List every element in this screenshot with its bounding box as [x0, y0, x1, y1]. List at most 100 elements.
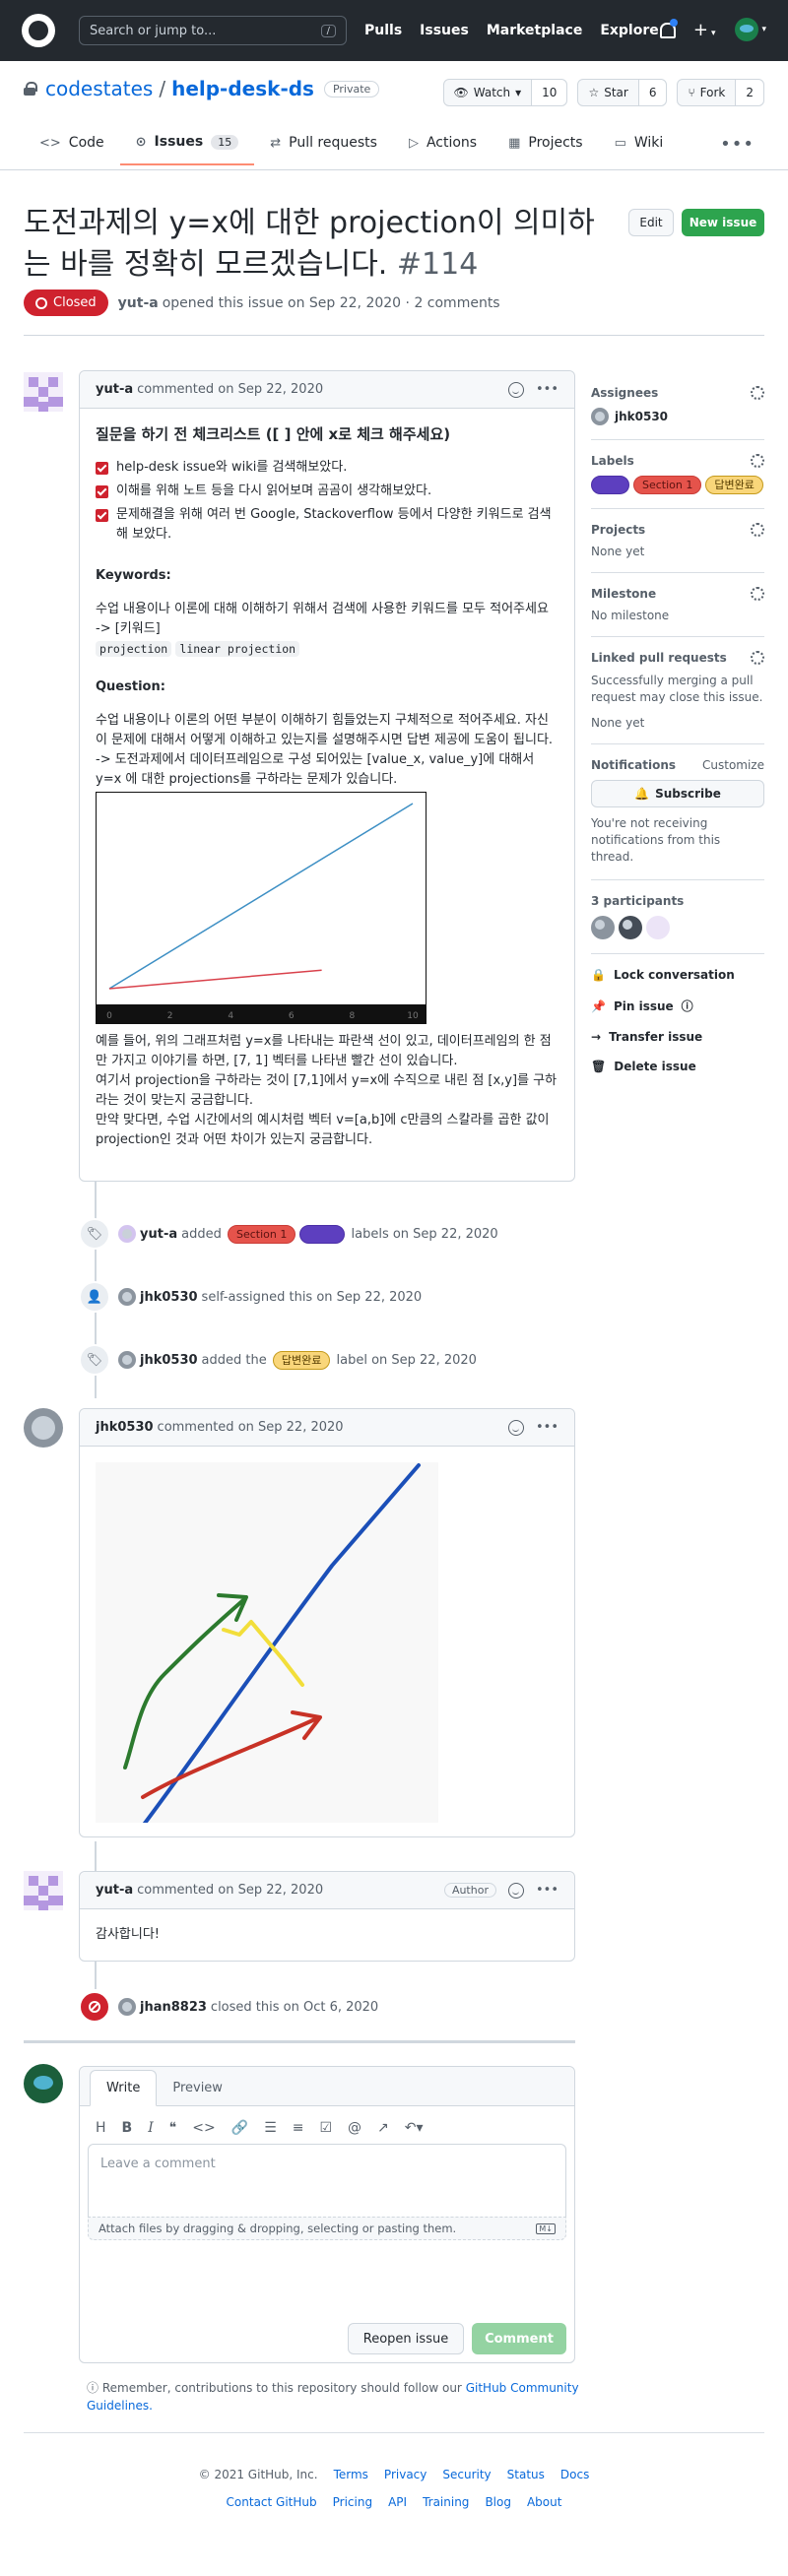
avatar[interactable] — [619, 916, 642, 939]
footer-link-about[interactable]: About — [527, 2495, 561, 2509]
more-menu-icon[interactable]: ••• — [720, 134, 755, 155]
tab-actions[interactable]: ▷ Actions — [393, 126, 492, 165]
nav-issues[interactable]: Issues — [420, 23, 469, 38]
avatar[interactable] — [118, 1288, 136, 1306]
notifications-bell-icon[interactable] — [658, 19, 678, 38]
gear-icon[interactable] — [751, 587, 764, 601]
tab-projects[interactable]: ▦ Projects — [492, 126, 599, 165]
footer-link-api[interactable]: API — [388, 2495, 407, 2509]
reopen-issue-button[interactable]: Reopen issue — [348, 2323, 464, 2354]
delete-issue-button[interactable]: 🗑 Delete issue — [591, 1060, 764, 1073]
add-reaction-icon[interactable] — [507, 1419, 524, 1436]
quote-icon[interactable]: ❝ — [169, 2120, 177, 2136]
tab-pull-requests[interactable]: ⇄ Pull requests — [254, 126, 393, 165]
tab-preview[interactable]: Preview — [157, 2071, 238, 2105]
tab-write[interactable]: Write — [90, 2070, 158, 2106]
footer-link-security[interactable]: Security — [442, 2468, 491, 2481]
comment-date[interactable]: commented on Sep 22, 2020 — [137, 382, 323, 397]
avatar[interactable] — [24, 372, 63, 412]
fork-count[interactable]: 2 — [736, 80, 763, 105]
transfer-issue-button[interactable]: → Transfer issue — [591, 1030, 764, 1044]
event-user[interactable]: yut-a — [140, 1227, 177, 1242]
avatar[interactable] — [118, 1998, 136, 2016]
customize-link[interactable]: Customize — [702, 758, 764, 772]
avatar[interactable] — [646, 916, 670, 939]
gear-icon[interactable] — [751, 651, 764, 665]
nav-marketplace[interactable]: Marketplace — [487, 23, 582, 38]
avatar[interactable] — [118, 1351, 136, 1369]
subscribe-button[interactable]: 🔔 Subscribe — [591, 780, 764, 807]
footer-link-contact[interactable]: Contact GitHub — [227, 2495, 317, 2509]
nav-explore[interactable]: Explore — [600, 23, 658, 38]
lock-conversation-button[interactable]: 🔒 Lock conversation — [591, 968, 764, 982]
label-section-1[interactable]: Section 1 — [228, 1224, 296, 1244]
heading-icon[interactable]: H — [96, 2120, 106, 2136]
star-button[interactable]: ☆ Star 6 — [577, 79, 668, 106]
edit-title-button[interactable]: Edit — [628, 209, 674, 236]
gear-icon[interactable] — [751, 523, 764, 537]
footer-link-terms[interactable]: Terms — [334, 2468, 368, 2481]
user-menu[interactable]: ▾ — [735, 18, 766, 41]
comment-author[interactable]: jhk0530 — [96, 1420, 154, 1435]
footer-link-docs[interactable]: Docs — [560, 2468, 589, 2481]
star-count[interactable]: 6 — [638, 80, 667, 105]
comment-date[interactable]: commented on Sep 22, 2020 — [158, 1420, 344, 1435]
attach-files-bar[interactable]: Attach files by dragging & dropping, sel… — [88, 2217, 566, 2240]
bold-icon[interactable]: B — [122, 2120, 133, 2136]
comment-author[interactable]: yut-a — [96, 382, 133, 397]
mention-icon[interactable]: @ — [348, 2120, 361, 2136]
footer-link-blog[interactable]: Blog — [485, 2495, 511, 2509]
github-logo-icon[interactable] — [22, 14, 55, 47]
avatar[interactable] — [24, 2064, 63, 2103]
add-reaction-icon[interactable] — [507, 1882, 524, 1899]
repo-owner-link[interactable]: codestates — [45, 77, 153, 100]
tab-wiki[interactable]: ▭ Wiki — [599, 126, 680, 165]
avatar[interactable] — [118, 1225, 136, 1243]
add-reaction-icon[interactable] — [507, 381, 524, 398]
comment-button[interactable]: Comment — [472, 2323, 566, 2354]
event-user[interactable]: jhk0530 — [140, 1290, 198, 1305]
footer-link-status[interactable]: Status — [507, 2468, 545, 2481]
reply-icon[interactable]: ↶▾ — [405, 2120, 424, 2136]
footer-link-privacy[interactable]: Privacy — [384, 2468, 427, 2481]
checkbox-checked-icon[interactable] — [96, 485, 108, 498]
comment-menu-icon[interactable]: ••• — [536, 1420, 558, 1435]
event-user[interactable]: jhan8823 — [140, 2000, 207, 2015]
pin-issue-button[interactable]: 📌 Pin issue ⓘ — [591, 998, 764, 1014]
comment-textarea[interactable]: Leave a comment — [88, 2144, 566, 2217]
label-answered[interactable]: 답변완료 — [705, 476, 763, 494]
link-icon[interactable]: 🔗 — [231, 2120, 248, 2136]
comment-date[interactable]: commented on Sep 22, 2020 — [137, 1883, 323, 1898]
checkbox-checked-icon[interactable] — [96, 462, 108, 475]
issue-author[interactable]: yut-a — [118, 295, 159, 311]
fork-button[interactable]: ⑂ Fork 2 — [677, 79, 764, 106]
comment-menu-icon[interactable]: ••• — [536, 382, 558, 397]
watch-button[interactable]: 👁 Watch ▾ 10 — [442, 79, 568, 106]
gear-icon[interactable] — [751, 454, 764, 468]
search-input[interactable]: Search or jump to... / — [79, 16, 347, 45]
task-list-icon[interactable]: ☑ — [319, 2120, 332, 2136]
new-issue-button[interactable]: New issue — [682, 209, 764, 236]
comment-author[interactable]: yut-a — [96, 1883, 133, 1898]
label-answered[interactable]: 답변완료 — [272, 1350, 331, 1370]
checkbox-checked-icon[interactable] — [96, 509, 108, 522]
create-new-menu[interactable]: + ▾ — [693, 20, 716, 40]
event-user[interactable]: jhk0530 — [140, 1353, 198, 1368]
tab-issues[interactable]: ⊙ Issues 15 — [119, 126, 255, 165]
repo-name-link[interactable]: help-desk-ds — [171, 77, 314, 100]
label-purple[interactable] — [299, 1224, 346, 1244]
tab-code[interactable]: <> Code — [24, 126, 120, 165]
comment-menu-icon[interactable]: ••• — [536, 1883, 558, 1898]
footer-link-pricing[interactable]: Pricing — [333, 2495, 372, 2509]
watch-count[interactable]: 10 — [532, 80, 567, 105]
footer-link-training[interactable]: Training — [423, 2495, 469, 2509]
label-purple[interactable] — [591, 476, 629, 494]
nav-pulls[interactable]: Pulls — [364, 23, 402, 38]
avatar[interactable] — [591, 916, 615, 939]
italic-icon[interactable]: I — [148, 2120, 154, 2136]
numbered-list-icon[interactable]: ≡ — [293, 2120, 304, 2136]
cross-reference-icon[interactable]: ↗ — [377, 2120, 389, 2136]
avatar[interactable] — [24, 1871, 63, 1910]
code-icon[interactable]: <> — [192, 2120, 215, 2136]
gear-icon[interactable] — [751, 386, 764, 400]
